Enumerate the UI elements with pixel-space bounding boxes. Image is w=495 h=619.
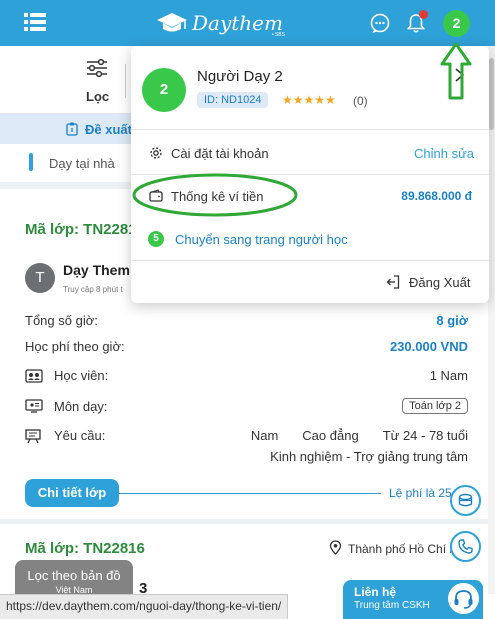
class-detail-button[interactable]: Chi tiết lớp <box>25 479 119 507</box>
account-name: Người Dạy 2 <box>197 68 283 85</box>
divider <box>131 260 489 261</box>
rating-count: (0) <box>353 94 368 108</box>
tab-indicator <box>29 153 33 171</box>
avatar: T <box>25 263 55 293</box>
student-value: 1 Nam <box>429 368 468 383</box>
filter-label[interactable]: Lọc <box>86 89 109 104</box>
logout-icon <box>386 275 400 289</box>
top-header: Daythem • SBS 2 <box>0 0 495 46</box>
subject-badge: Toán lớp 2 <box>402 398 468 414</box>
fee-value: 230.000 VND <box>389 339 468 354</box>
chat-icon[interactable] <box>369 12 391 34</box>
class-code: Mã lớp: TN2281 <box>25 221 137 238</box>
class-location: Thành phố Hồ Chí M <box>348 542 460 556</box>
monitor-icon <box>25 399 43 413</box>
rating-stars: ★★★★★ <box>282 93 336 107</box>
menu-icon[interactable] <box>24 11 46 33</box>
avatar: 2 <box>142 68 186 112</box>
req-level: Cao đẳng <box>302 428 359 443</box>
support-title: Liên hệ <box>354 585 397 599</box>
presentation-icon <box>25 429 41 443</box>
req-age: Từ 24 - 78 tuổi <box>382 428 468 443</box>
req-gender: Nam <box>250 428 279 443</box>
graduation-cap-icon <box>157 13 187 32</box>
class-code-2: Mã lớp: TN22816 <box>25 540 145 557</box>
annotation-arrow-icon <box>440 42 472 100</box>
logout-button[interactable]: Đăng Xuất <box>409 275 470 290</box>
logo-subtext: • SBS <box>271 32 285 38</box>
divider <box>119 493 381 494</box>
switch-to-learner-item[interactable]: Chuyển sang trang người học <box>175 232 348 247</box>
gear-icon <box>150 147 162 159</box>
fee-link[interactable]: Lệ phí là 25 <box>389 486 452 500</box>
headset-icon <box>454 590 473 609</box>
divider <box>131 129 489 130</box>
annotation-ellipse <box>132 173 298 217</box>
map-filter-label: Lọc theo bản đồ <box>27 568 121 583</box>
support-contact-button[interactable]: Liên hệ Trung tâm CSKH <box>343 580 483 619</box>
location-pin-icon <box>329 540 342 555</box>
tutor-name: Dạy Them <box>63 262 130 278</box>
floating-phone-button[interactable] <box>450 531 481 562</box>
total-hours-value: 8 giờ <box>436 313 468 328</box>
account-id-badge: ID: ND1024 <box>197 92 269 108</box>
site-logo[interactable]: Daythem • SBS <box>156 8 285 38</box>
step-badge: 5 <box>148 231 164 247</box>
fee-label: Học phí theo giờ: <box>25 339 125 354</box>
account-settings-item[interactable]: Cài đặt tài khoản <box>171 146 269 161</box>
req-experience: Kinh nghiệm - Trợ giảng trung tâm <box>270 449 468 464</box>
tutor-last-access: Truy cập 8 phút t <box>63 285 123 294</box>
support-subtitle: Trung tâm CSKH <box>354 600 430 611</box>
subject-label: Môn dạy: <box>54 399 108 414</box>
sliders-icon[interactable] <box>86 58 108 78</box>
browser-status-url: https://dev.daythem.com/nguoi-day/thong-… <box>0 594 289 619</box>
wallet-balance: 89.868.000 đ <box>401 189 472 203</box>
box-icon <box>458 493 473 507</box>
user-icon <box>25 369 43 383</box>
divider <box>125 64 126 98</box>
requirement-label: Yêu cầu: <box>54 428 106 443</box>
suggest-label: Đề xuất <box>85 122 132 137</box>
scrollbar-thumb[interactable] <box>489 58 494 130</box>
edit-account-link[interactable]: Chỉnh sửa <box>414 146 474 161</box>
logo-text: Daythem <box>192 11 283 35</box>
support-icon-wrap <box>448 583 479 614</box>
floating-box-button[interactable] <box>450 485 481 516</box>
total-hours-label: Tổng số giờ: <box>25 313 98 328</box>
notification-dot <box>419 10 428 19</box>
requirement-tags: Nam Cao đẳng Từ 24 - 78 tuổi <box>251 428 468 443</box>
student-label: Học viên: <box>54 368 109 383</box>
phone-icon <box>458 539 473 554</box>
clipboard-icon <box>66 122 78 136</box>
header-avatar[interactable]: 2 <box>443 10 470 37</box>
tab-home-teaching[interactable]: Dạy tại nhà <box>49 156 115 171</box>
